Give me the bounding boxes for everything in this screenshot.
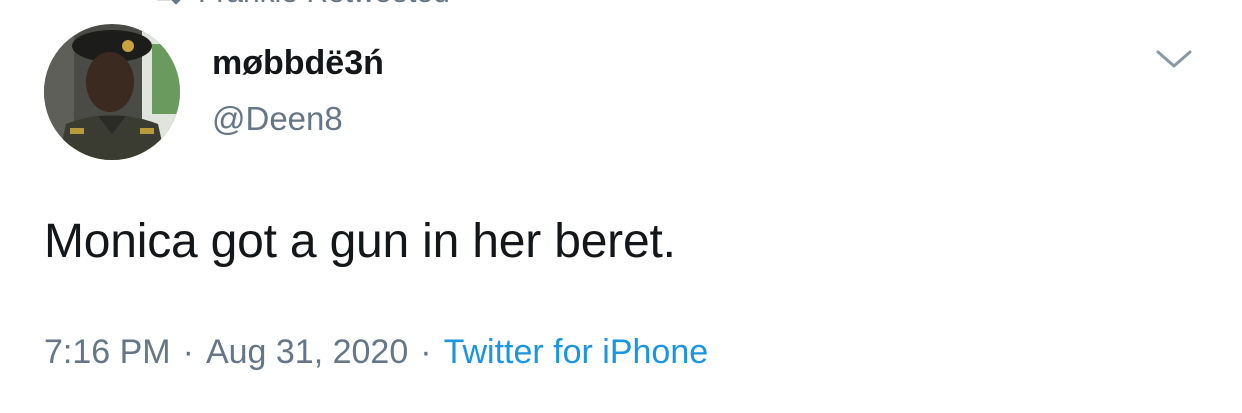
retweet-text[interactable]: Frankie Retweeted xyxy=(198,0,450,10)
tweet-text: Monica got a gun in her beret. xyxy=(44,215,676,268)
tweet-source-link[interactable]: Twitter for iPhone xyxy=(444,333,709,372)
tweet-time[interactable]: 7:16 PM xyxy=(44,333,171,372)
tweet-meta: 7:16 PM · Aug 31, 2020 · Twitter for iPh… xyxy=(44,333,708,372)
chevron-down-icon[interactable] xyxy=(1154,44,1194,74)
author-handle[interactable]: @Deen8 xyxy=(212,100,343,138)
meta-separator: · xyxy=(420,333,432,371)
author-display-name[interactable]: møbbdë3ń xyxy=(212,44,384,83)
retweet-context: Frankie Retweeted xyxy=(150,0,450,10)
tweet-date[interactable]: Aug 31, 2020 xyxy=(206,333,408,372)
meta-separator: · xyxy=(182,333,194,371)
retweet-icon xyxy=(150,0,184,5)
avatar[interactable] xyxy=(44,24,180,160)
